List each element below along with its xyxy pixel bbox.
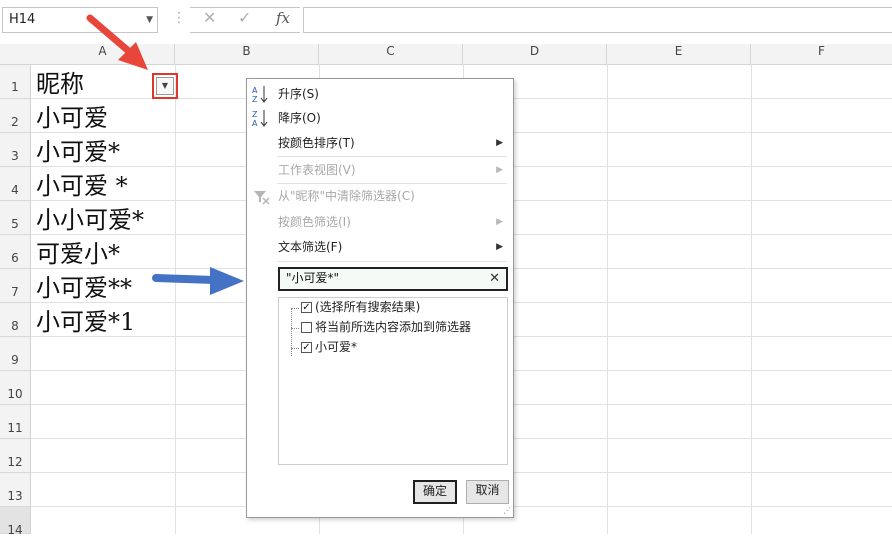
autofilter-menu: AZ 升序(S) ZA 降序(O) 按颜色排序(T) ▶ 工作表视图(V) ▶ … [246,78,514,518]
submenu-arrow-icon: ▶ [496,242,503,252]
sort-descending-label: 降序(O) [278,111,321,125]
checkbox-checked[interactable]: ✓ [301,302,312,313]
sort-descending-item[interactable]: ZA 降序(O) [247,106,513,130]
text-filter-label: 文本筛选(F) [278,240,343,254]
sort-ascending-label: 升序(S) [278,87,319,101]
clear-search-icon[interactable]: ✕ [489,269,500,289]
cancel-icon[interactable]: ✕ [203,8,216,27]
ok-button[interactable]: 确定 [413,480,457,504]
row-header-1[interactable]: 1 [0,65,31,99]
list-item-label: 小可爱* [315,340,358,354]
cell-a8[interactable]: 小可爱*1 [36,302,135,337]
red-arrow-annotation [86,14,148,70]
name-box-value: H14 [9,12,36,27]
submenu-arrow-icon: ▶ [496,217,503,227]
row-header-11[interactable]: 11 [0,405,31,439]
cell-a6[interactable]: 可爱小* [36,234,120,269]
list-item-label: 将当前所选内容添加到筛选器 [315,320,472,334]
checkbox-unchecked[interactable] [301,322,312,333]
cell-a3[interactable]: 小可爱* [36,132,120,167]
row-header-8[interactable]: 8 [0,303,31,337]
enter-icon[interactable]: ✓ [238,8,251,27]
resize-grip-icon[interactable]: ⋰ [503,506,511,515]
svg-text:A: A [252,86,258,95]
clear-filter-icon [251,185,271,207]
column-header-b[interactable]: B [175,44,319,64]
sort-descending-icon: ZA [251,107,271,129]
formula-input[interactable] [303,7,892,33]
sheet-view-item: 工作表视图(V) ▶ [247,158,513,182]
sort-ascending-icon: AZ [251,83,271,105]
row-header-2[interactable]: 2 [0,99,31,133]
cancel-button[interactable]: 取消 [466,480,509,504]
row-header-13[interactable]: 13 [0,473,31,507]
cell-a5[interactable]: 小小可爱* [36,200,144,235]
column-header-c[interactable]: C [319,44,463,64]
row-header-7[interactable]: 7 [0,269,31,303]
row-header-12[interactable]: 12 [0,439,31,473]
blue-arrow-annotation [152,267,244,295]
column-header-d[interactable]: D [463,44,607,64]
row-header-6[interactable]: 6 [0,235,31,269]
filter-by-color-item: 按颜色筛选(I) ▶ [247,210,513,234]
more-options-icon: ⋮ [172,10,186,26]
checkbox-checked[interactable]: ✓ [301,342,312,353]
cell-a4[interactable]: 小可爱 * [36,166,128,201]
sort-ascending-item[interactable]: AZ 升序(S) [247,82,513,106]
row-header-14[interactable]: 14 [0,507,31,537]
filter-search-input[interactable]: "小可爱*" ✕ [278,267,508,291]
cell-a1[interactable]: 昵称 [36,64,84,99]
row-header-4[interactable]: 4 [0,167,31,201]
list-item-value[interactable]: ✓ 小可爱* [279,338,507,358]
row-header-9[interactable]: 9 [0,337,31,371]
column-header-f[interactable]: F [751,44,892,64]
insert-function-icon[interactable]: fx [276,9,290,27]
svg-text:Z: Z [252,110,258,119]
row-header-10[interactable]: 10 [0,371,31,405]
svg-text:A: A [252,119,258,128]
filter-search-value: "小可爱*" [286,271,340,285]
sort-by-color-item[interactable]: 按颜色排序(T) ▶ [247,131,513,155]
clear-filter-item: 从"昵称"中清除筛选器(C) [247,184,513,208]
cell-a2[interactable]: 小可爱 [36,98,108,133]
filter-by-color-label: 按颜色筛选(I) [278,215,351,229]
row-header-5[interactable]: 5 [0,201,31,235]
list-item-add-to-filter[interactable]: 将当前所选内容添加到筛选器 [279,318,507,338]
submenu-arrow-icon: ▶ [496,165,503,175]
svg-text:Z: Z [252,95,258,104]
sheet-view-label: 工作表视图(V) [278,163,356,177]
filter-value-list: ✓ (选择所有搜索结果) 将当前所选内容添加到筛选器 ✓ 小可爱* [278,297,508,465]
row-header-3[interactable]: 3 [0,133,31,167]
list-item-label: (选择所有搜索结果) [315,300,421,314]
column-header-e[interactable]: E [607,44,751,64]
sort-by-color-label: 按颜色排序(T) [278,136,355,150]
list-item-select-all[interactable]: ✓ (选择所有搜索结果) [279,298,507,318]
filter-dropdown-button[interactable]: ▼ [156,77,174,95]
clear-filter-label: 从"昵称"中清除筛选器(C) [278,189,415,203]
cell-a7[interactable]: 小可爱** [36,268,132,303]
submenu-arrow-icon: ▶ [496,138,503,148]
text-filter-item[interactable]: 文本筛选(F) ▶ [247,235,513,259]
